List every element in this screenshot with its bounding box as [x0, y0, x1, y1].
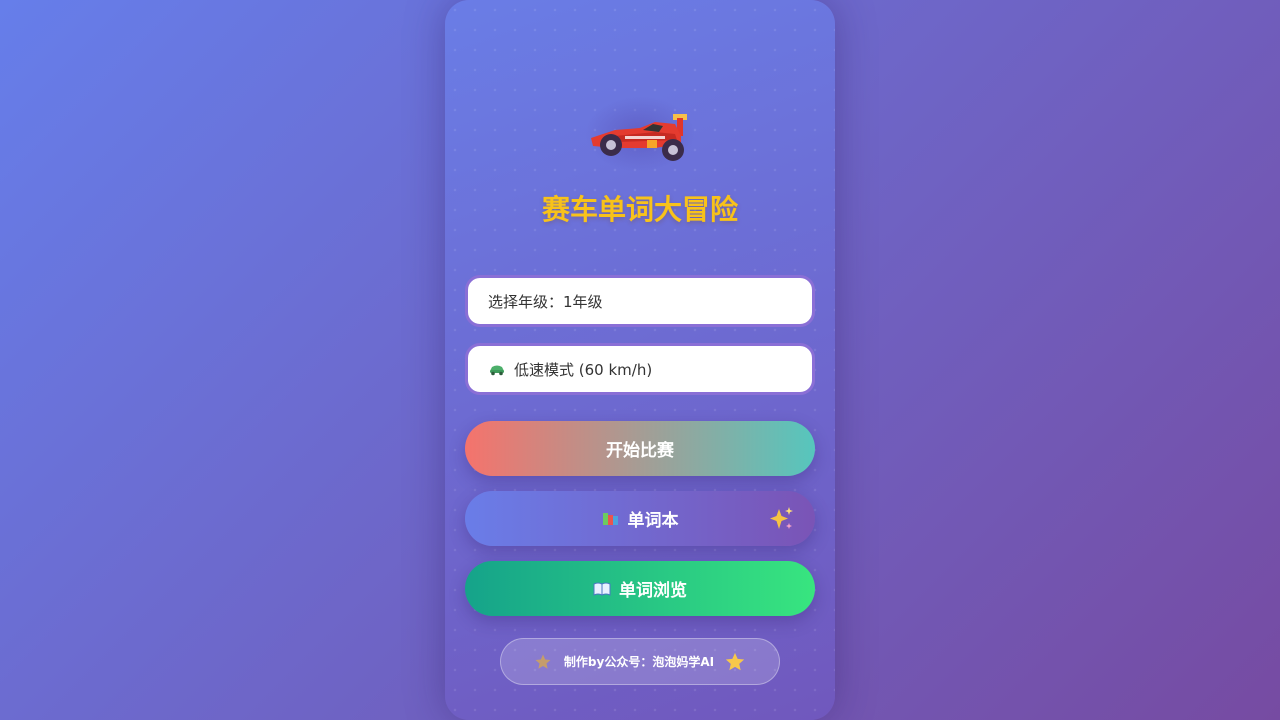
page-title: 赛车单词大冒险: [541, 193, 738, 226]
star-icon: [535, 654, 551, 669]
grade-select-value: 选择年级：1年级: [488, 292, 603, 311]
wordbook-label: 单词本: [627, 511, 679, 531]
race-car-icon: [591, 114, 687, 161]
speed-select[interactable]: 低速模式 (60 km/h): [465, 343, 815, 395]
start-race-label: 开始比赛: [606, 441, 674, 461]
star-icon: [725, 652, 745, 670]
start-race-button[interactable]: 开始比赛: [465, 421, 815, 476]
sparkles-icon: [770, 507, 793, 529]
word-browse-button[interactable]: 单词浏览: [465, 561, 815, 616]
open-book-icon: [593, 582, 611, 596]
speed-select-value: 低速模式 (60 km/h): [514, 360, 653, 379]
wordbook-button[interactable]: 单词本: [465, 491, 815, 546]
word-browse-label: 单词浏览: [619, 581, 687, 601]
credit-text: 制作by公众号：泡泡妈学AI: [563, 655, 715, 669]
grade-select[interactable]: 选择年级：1年级: [465, 275, 815, 327]
green-car-icon: [490, 365, 504, 376]
game-panel: 赛车单词大冒险 选择年级：1年级 低速模式 (60 km/h) 开始比赛 单词本: [445, 0, 835, 720]
credit-badge: 制作by公众号：泡泡妈学AI: [500, 638, 780, 685]
books-icon: [602, 512, 618, 525]
